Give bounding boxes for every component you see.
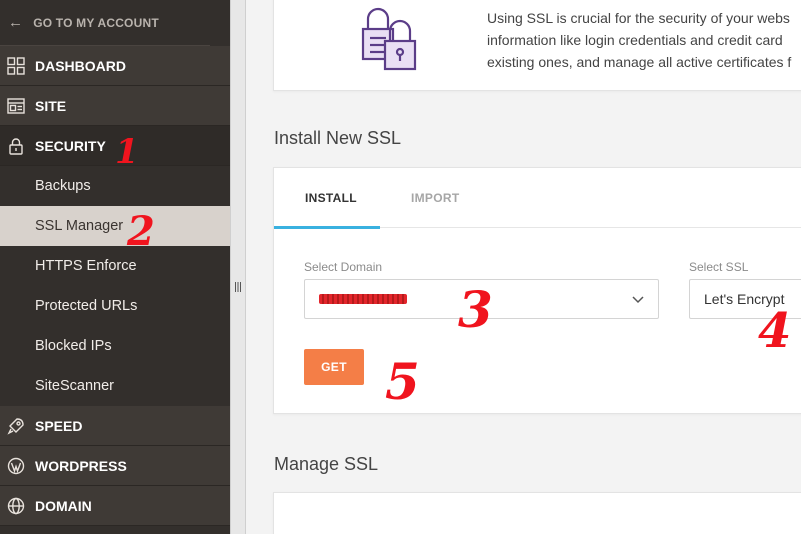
go-to-account-label: GO TO MY ACCOUNT [33,15,159,30]
ssl-intro-card: Using SSL is crucial for the security of… [273,0,801,91]
chevron-down-icon [632,296,644,304]
sidebar-subitem-https-enforce[interactable]: HTTPS Enforce [0,246,230,286]
annotation-1: 1 [115,132,139,172]
manage-ssl-card [273,492,801,534]
install-tabs: INSTALL IMPORT [274,168,801,229]
go-to-account-link[interactable]: ← GO TO MY ACCOUNT [0,0,210,46]
pane-splitter[interactable] [230,0,246,534]
sidebar-item-site[interactable]: SITE [0,86,230,126]
main-content: Using SSL is crucial for the security of… [246,0,801,534]
sidebar-item-label: SECURITY [35,137,106,154]
sidebar-item-label: DASHBOARD [35,57,126,74]
select-domain-label: Select Domain [304,260,383,274]
sidebar-subitem-ssl-manager[interactable]: SSL Manager [0,206,230,246]
sidebar-subitem-sitescanner[interactable]: SiteScanner [0,366,230,406]
ssl-intro-text: Using SSL is crucial for the security of… [487,10,792,70]
manage-ssl-title: Manage SSL [274,454,379,474]
tab-import[interactable]: IMPORT [411,191,459,205]
sidebar-subitem-blocked-ips[interactable]: Blocked IPs [0,326,230,366]
sidebar-subitem-label: SiteScanner [35,378,114,394]
annotation-3: 3 [458,280,493,339]
globe-icon [6,496,26,516]
sidebar-subitem-label: Protected URLs [35,298,138,314]
wordpress-icon [6,456,26,476]
padlocks-icon [360,3,422,73]
arrow-left-icon: ← [8,14,24,31]
sidebar-item-dashboard[interactable]: DASHBOARD [0,46,230,86]
sidebar-item-label: WORDPRESS [35,457,127,474]
lock-icon [6,136,26,156]
get-ssl-button[interactable]: GET [304,349,364,385]
sidebar-item-label: DOMAIN [35,497,92,514]
sidebar-item-label: SPEED [35,417,83,434]
active-tab-indicator [274,226,380,229]
sidebar-subitem-label: Backups [35,178,91,194]
sidebar-subitem-protected-urls[interactable]: Protected URLs [0,286,230,326]
sidebar-item-label: SITE [35,97,67,114]
sidebar-subitem-label: Blocked IPs [35,338,112,354]
annotation-5: 5 [385,352,420,411]
install-ssl-title: Install New SSL [274,128,402,148]
annotation-4: 4 [758,303,792,359]
install-ssl-card: INSTALL IMPORT Select Domain Select SSL … [273,167,801,414]
sidebar: ← GO TO MY ACCOUNT DASHBOARD SITE SECURI… [0,0,230,534]
select-ssl-label: Select SSL [689,260,749,274]
redacted-domain-value [319,294,407,304]
sidebar-item-speed[interactable]: SPEED [0,406,230,446]
splitter-grip-icon [235,282,241,292]
sidebar-subitem-label: HTTPS Enforce [35,258,137,274]
sidebar-item-domain[interactable]: DOMAIN [0,486,230,526]
grid-icon [6,56,26,76]
sidebar-item-wordpress[interactable]: WORDPRESS [0,446,230,486]
tab-install[interactable]: INSTALL [305,191,357,205]
sidebar-subitem-label: SSL Manager [35,218,124,234]
rocket-icon [6,416,26,436]
annotation-2: 2 [127,208,155,255]
sidebar-subitem-backups[interactable]: Backups [0,166,230,206]
window-icon [6,96,26,116]
